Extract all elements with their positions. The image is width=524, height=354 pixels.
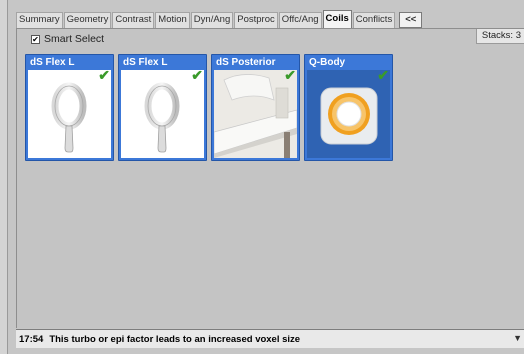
tab-postproc[interactable]: Postproc [234, 12, 278, 28]
coil-title: dS Flex L [30, 57, 75, 68]
coil-title: Q-Body [309, 57, 346, 68]
tab-contrast[interactable]: Contrast [112, 12, 155, 28]
coil-image: ✔ [214, 70, 297, 158]
tab-conflicts[interactable]: Conflicts [352, 12, 396, 28]
coil-card-q-body[interactable]: Q-Body ✔ [304, 54, 393, 161]
coil-title: dS Flex L [123, 57, 168, 68]
coil-title: dS Posterior [216, 57, 276, 68]
status-bar: 17:54 This turbo or epi factor leads to … [16, 329, 524, 348]
selected-check-icon: ✔ [98, 70, 110, 83]
status-dropdown-icon[interactable]: ▼ [513, 333, 522, 343]
selected-check-icon: ✔ [191, 70, 203, 83]
tab-coils[interactable]: Coils [322, 10, 352, 28]
coil-card-ds-flex-l-1[interactable]: dS Flex L ✔ [25, 54, 114, 161]
status-time: 17:54 [19, 333, 44, 345]
coil-image: ✔ [307, 70, 390, 158]
collapse-tabs-button[interactable]: << [399, 12, 423, 28]
coil-card-ds-flex-l-2[interactable]: dS Flex L ✔ [118, 54, 207, 161]
selected-check-icon: ✔ [377, 70, 389, 83]
stacks-count: Stacks: 3 [475, 29, 524, 44]
exam-card-tabbar: Summary Geometry Contrast Motion Dyn/Ang… [16, 10, 423, 28]
coil-card-ds-posterior[interactable]: dS Posterior ✔ [211, 54, 300, 161]
smart-select-toggle[interactable]: ✔ Smart Select [31, 33, 104, 45]
tab-dyn-ang[interactable]: Dyn/Ang [190, 12, 234, 28]
status-message: This turbo or epi factor leads to an inc… [49, 333, 301, 345]
coil-image: ✔ [28, 70, 111, 158]
left-edge-strip [0, 0, 8, 354]
selected-check-icon: ✔ [284, 70, 296, 83]
tab-geometry[interactable]: Geometry [63, 12, 112, 28]
smart-select-label: Smart Select [44, 33, 105, 45]
coil-image: ✔ [121, 70, 204, 158]
coils-panel: ✔ Smart Select Stacks: 3 dS Flex L ✔ dS … [16, 28, 524, 328]
smart-select-checkbox[interactable]: ✔ [31, 34, 40, 44]
tab-summary[interactable]: Summary [16, 12, 63, 28]
tab-motion[interactable]: Motion [155, 12, 190, 28]
tab-offc-ang[interactable]: Offc/Ang [278, 12, 322, 28]
